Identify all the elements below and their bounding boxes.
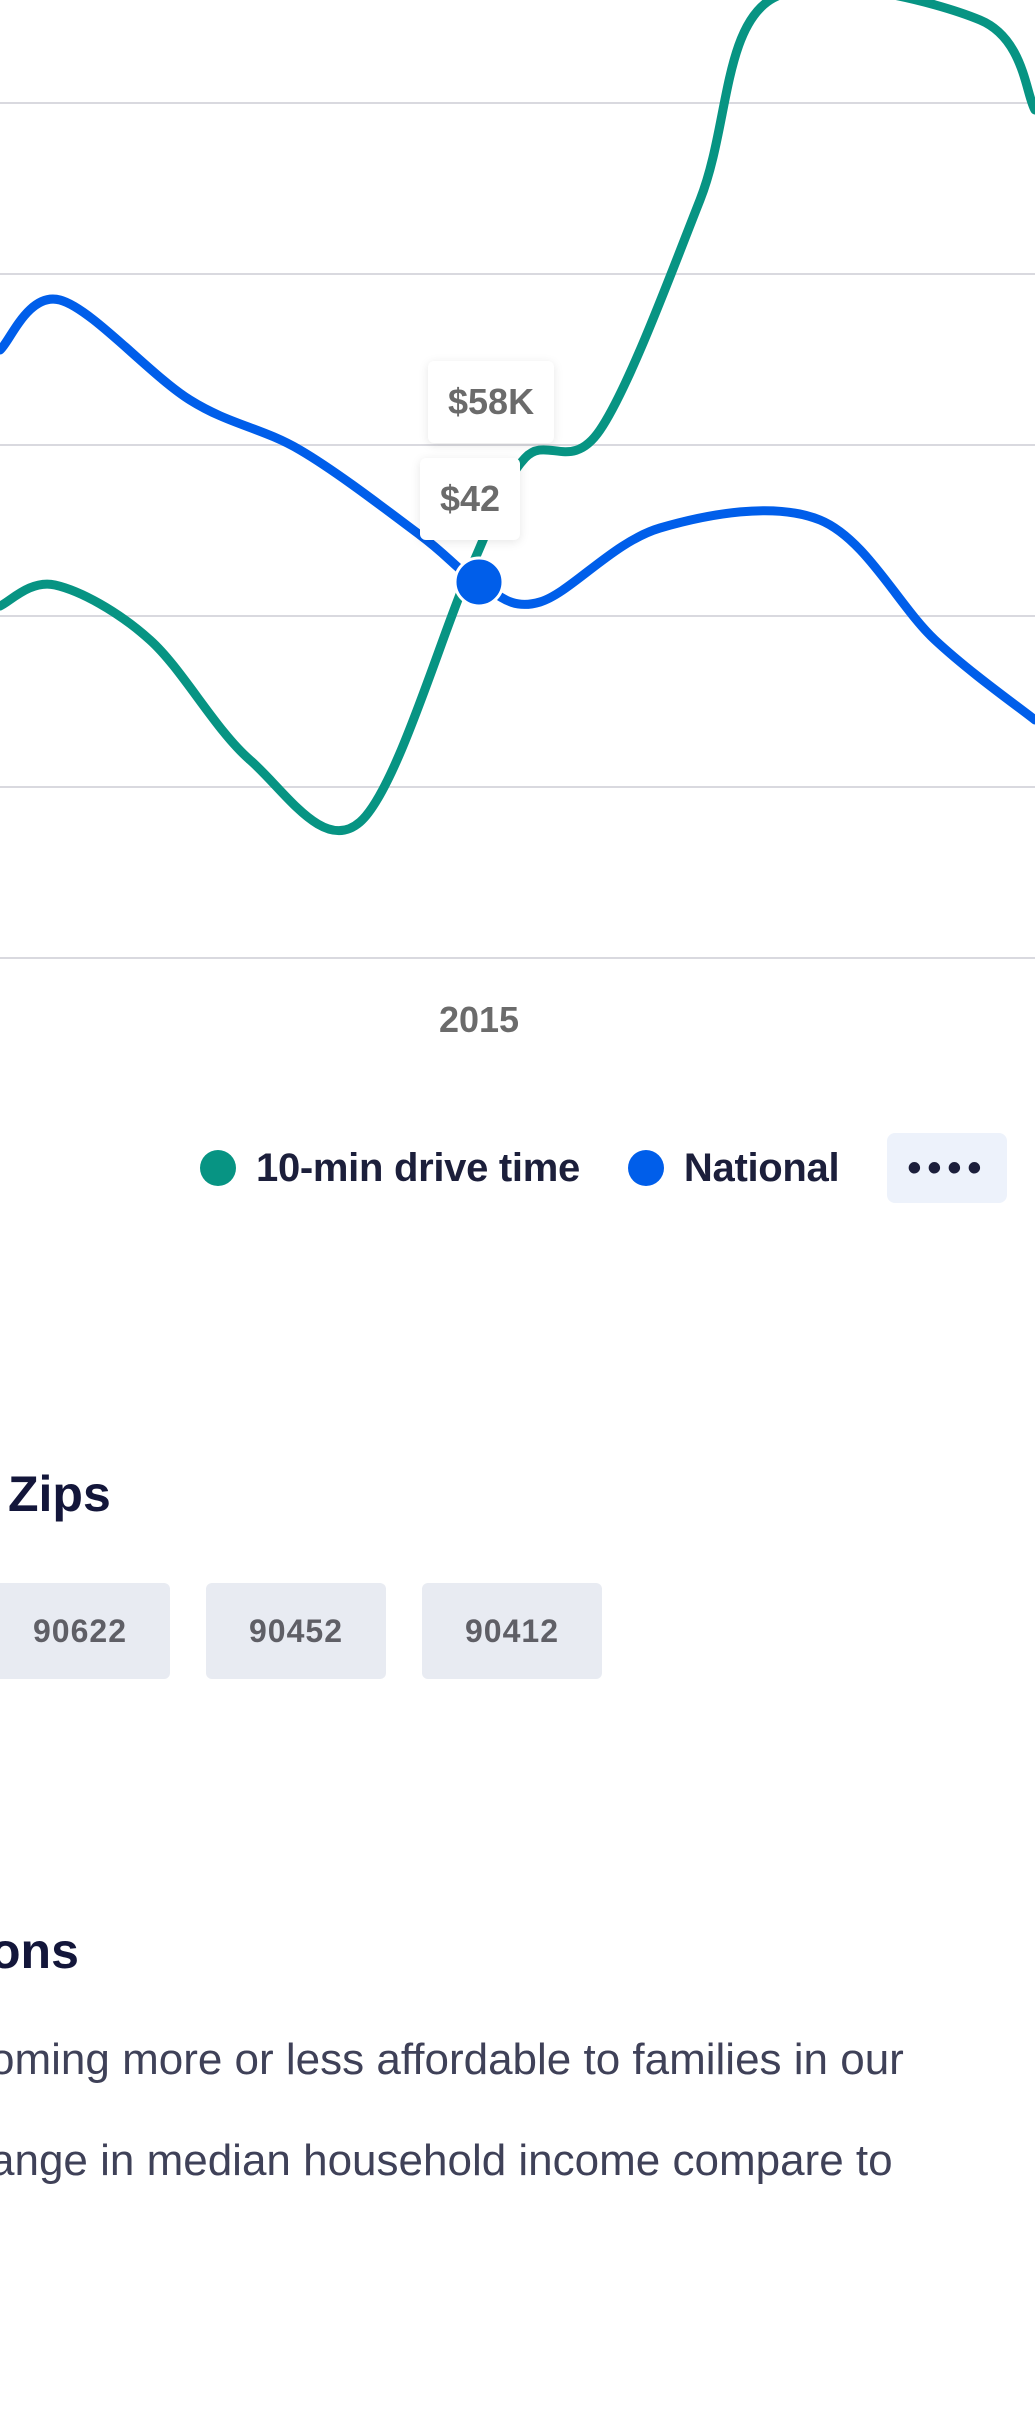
zips-heading: Zips [8, 1466, 111, 1522]
chart-legend: 10-min drive time National •••• [200, 1133, 1008, 1203]
highlight-point[interactable] [453, 556, 505, 608]
section-paragraph-line-2: ange in median household income compare … [0, 2136, 893, 2185]
legend-dot-national [627, 1150, 664, 1186]
legend-more-button[interactable]: •••• [887, 1133, 1008, 1203]
section-paragraph-line-1: oming more or less affordable to familie… [0, 2035, 904, 2084]
x-tick-label: 2015 [439, 999, 519, 1040]
section-heading: ons [0, 1923, 79, 1979]
legend-label-drive-time: 10-min drive time [256, 1145, 580, 1190]
zip-chip[interactable]: 90622 [0, 1583, 170, 1679]
legend-item-national[interactable]: National [627, 1145, 840, 1191]
x-axis-ticks: 2015 [439, 999, 519, 1040]
legend-item-drive-time[interactable]: 10-min drive time [200, 1146, 580, 1191]
tooltip-drive-time: $58K [428, 361, 555, 443]
legend-label-national: National [683, 1145, 840, 1190]
tooltip-national: $42 [420, 458, 521, 540]
zip-chip-list: 90622 90452 90412 [0, 1583, 638, 1679]
zip-chip[interactable]: 90452 [206, 1583, 386, 1679]
zip-chip[interactable]: 90412 [422, 1583, 602, 1679]
legend-dot-drive-time [200, 1150, 236, 1186]
